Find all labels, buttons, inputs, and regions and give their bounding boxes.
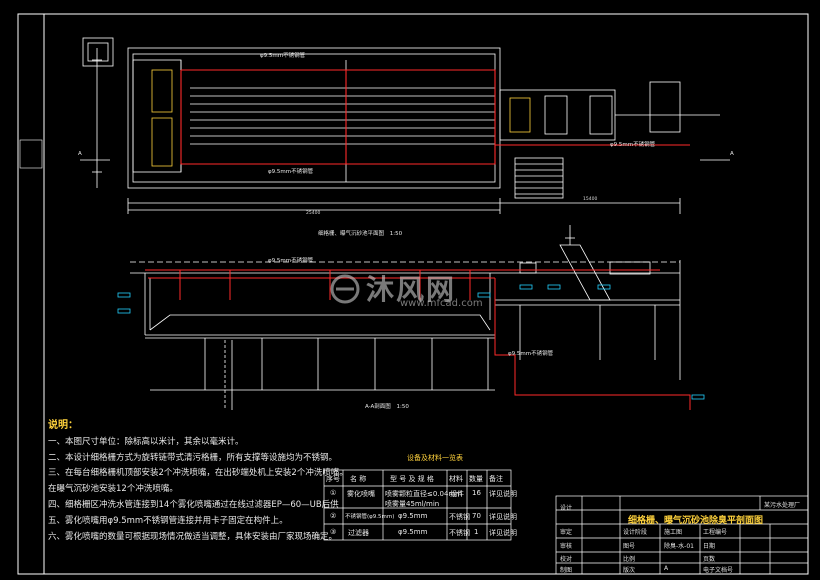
table-cell: ②	[330, 512, 337, 520]
plan-view	[80, 37, 730, 214]
note-item: 一、本图尺寸单位：除标高以米计，其余以毫米计。	[48, 436, 244, 447]
section-caption-text: A-A剖面图	[365, 404, 391, 410]
plan-caption-text: 细格栅、曝气沉砂池平面图	[318, 231, 385, 237]
table-cell: φ9.5mm	[398, 512, 428, 520]
table-cell: 70	[472, 512, 481, 520]
section-view	[130, 225, 681, 410]
table-cell: 不锈钢	[449, 513, 470, 521]
equipment-table-title: 设备及材料一览表	[407, 454, 463, 462]
section-marker-left: A	[78, 151, 82, 157]
plan-caption: 细格栅、曝气沉砂池平面图 1:50	[318, 229, 402, 237]
drawing-title: 细格栅、曝气沉砂池除臭平剖面图	[628, 516, 764, 526]
note-item: 二、本设计细格栅方式为旋转链带式清污格栅，所有支撑等设施均为不锈钢。	[48, 452, 338, 463]
title-block-cell: 施工图	[664, 529, 683, 536]
title-block-cell: 设计阶段	[623, 529, 648, 536]
title-block-cell: 日期	[703, 543, 716, 550]
table-cell: 详见说明	[489, 513, 517, 521]
binding-box	[19, 139, 43, 169]
title-block-cell: 除臭-水-01	[664, 543, 694, 550]
table-cell: ①	[330, 489, 337, 497]
table-header: 材料	[449, 475, 463, 483]
plan-dim-total: 25400	[306, 211, 321, 216]
plan-caption-scale: 1:50	[389, 231, 403, 237]
plan-bottom-pipe-label: φ9.5mm不锈钢管	[268, 169, 314, 175]
table-cell: 喷雾量45ml/min	[385, 500, 440, 508]
note-item: 五、雾化喷嘴用φ9.5mm不锈钢管连接并用卡子固定在构件上。	[48, 515, 288, 526]
watermark-url: www.mfcad.com	[400, 298, 483, 309]
table-cell: 16	[472, 489, 481, 497]
table-cell: 组件	[450, 490, 464, 498]
table-header: 序号	[326, 475, 340, 483]
title-block-cell: 校对	[560, 556, 573, 563]
plan-dim-right: 15400	[583, 197, 598, 202]
plan-right-pipe-label: φ9.5mm不锈钢管	[610, 142, 656, 148]
note-item: 在曝气沉砂池安装12个冲洗喷嘴。	[48, 484, 178, 495]
note-item: 四、细格栅区冲洗水管连接到14个雾化喷嘴通过在线过滤器EP—60—UB后供	[48, 499, 339, 510]
note-item: 六、雾化喷嘴的数量可根据现场情况做适当调整，具体安装由厂家现场确定。	[48, 531, 338, 542]
title-block-cell: 审核	[560, 543, 573, 550]
title-block-cell: 设计	[560, 505, 573, 512]
table-cell: 详见说明	[489, 490, 517, 498]
table-cell: φ9.5mm	[398, 528, 428, 536]
title-block-cell: 比例	[623, 556, 636, 563]
table-header: 名 称	[350, 475, 367, 483]
title-block-cell: 工程编号	[703, 529, 728, 536]
design-notes: 说明： 一、本图尺寸单位：除标高以米计，其余以毫米计。 二、本设计细格栅方式为旋…	[48, 418, 348, 545]
plan-pipe-loop	[180, 69, 690, 165]
table-cell: 不锈钢管(φ9.5mm)	[345, 514, 395, 520]
title-block-cell: 电子文档号	[703, 567, 734, 574]
title-block-cell: 制图	[560, 567, 573, 574]
notes-title: 说明：	[48, 420, 78, 431]
section-caption: A-A剖面图 1:50	[365, 402, 409, 410]
table-cell: 过滤器	[348, 529, 369, 537]
table-header: 备注	[489, 475, 503, 483]
title-block-cell: A	[664, 565, 669, 572]
table-cell: 雾化喷嘴	[347, 490, 375, 498]
table-header: 型 号 及 规 格	[390, 475, 434, 483]
table-cell: 1	[474, 528, 479, 536]
note-item: 三、在每台细格栅机顶部安装2个冲洗喷嘴，在出砂端处机上安装2个冲洗喷嘴。	[48, 468, 348, 479]
table-header: 数量	[469, 475, 483, 483]
plan-top-pipe-label: φ9.5mm不锈钢管	[260, 53, 306, 59]
table-cell: 详见说明	[489, 529, 517, 537]
title-block-cell: 图号	[623, 543, 636, 550]
title-block-company: 某污水处理厂	[764, 502, 801, 509]
table-cell: ③	[330, 528, 337, 536]
section-caption-scale: 1:50	[396, 404, 409, 410]
section-pipe-label-lower: φ9.5mm不锈钢管	[508, 351, 554, 357]
title-block-cell: 版次	[623, 567, 636, 574]
table-cell: 不锈钢	[449, 529, 470, 537]
section-marker-right: A	[730, 151, 734, 157]
title-block-cell: 页数	[703, 556, 716, 563]
section-pipe-label: φ9.5mm不锈钢管	[268, 258, 314, 264]
watermark-logo-icon	[330, 274, 360, 304]
title-block-cell: 审定	[560, 529, 573, 536]
